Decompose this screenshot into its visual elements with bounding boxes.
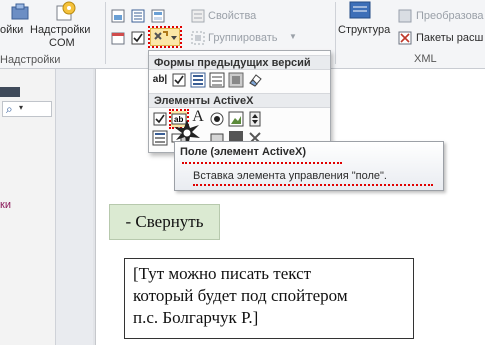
tooltip-title: Поле (элемент ActiveX) xyxy=(180,146,307,158)
legacy-eraser-icon[interactable] xyxy=(247,72,263,88)
addins-label[interactable]: ойки xyxy=(0,24,23,36)
structure-label[interactable]: Структура xyxy=(338,24,390,36)
checkbox-control-icon[interactable] xyxy=(131,31,145,45)
legacy-tools-button[interactable] xyxy=(148,26,182,48)
search-input[interactable]: ⌕ ▾ xyxy=(2,101,52,117)
search-dropdown-icon[interactable]: ▾ xyxy=(19,103,23,112)
pane-tab[interactable] xyxy=(0,87,20,97)
expansion-packs-icon[interactable] xyxy=(398,31,412,45)
legacy-tools-icon xyxy=(154,31,177,40)
tooltip-title-highlight xyxy=(182,162,342,164)
pane-list-item[interactable]: ки xyxy=(0,199,11,211)
com-addins-label-line1[interactable]: Надстройки xyxy=(30,24,90,36)
tooltip-description: Вставка элемента управления "поле". xyxy=(193,170,387,182)
legacy-shading-icon[interactable] xyxy=(228,72,244,88)
properties-label: Свойства xyxy=(208,10,257,22)
activex-option-button-icon[interactable] xyxy=(209,111,225,127)
group-dropdown-arrow-icon: ▼ xyxy=(289,32,297,41)
dropdown-list-icon[interactable] xyxy=(151,9,165,23)
building-block-icon[interactable] xyxy=(111,9,125,23)
legacy-forms-header: Формы предыдущих версий xyxy=(149,55,330,70)
activex-spin-button-icon[interactable] xyxy=(247,111,263,127)
group-label: Группировать xyxy=(208,32,278,44)
document-gutter xyxy=(56,69,93,345)
legacy-text-field-icon[interactable]: ab| xyxy=(152,72,168,88)
xml-group-label: XML xyxy=(414,53,437,65)
group-icon xyxy=(191,31,205,45)
legacy-combo-box-icon[interactable] xyxy=(190,72,206,88)
spoiler-textbox[interactable]: [Тут можно писать текст который будет по… xyxy=(124,258,414,339)
com-addins-icon[interactable] xyxy=(54,1,78,23)
spoiler-text-line-3: п.с. Болгарчук Р.] xyxy=(133,308,259,327)
date-picker-icon[interactable] xyxy=(111,31,125,45)
activex-list-box-icon[interactable] xyxy=(152,130,168,146)
properties-icon xyxy=(191,9,205,23)
activex-checkbox-icon[interactable] xyxy=(152,111,168,127)
collapse-button[interactable]: - Свернуть xyxy=(109,204,220,240)
tooltip: Поле (элемент ActiveX) Вставка элемента … xyxy=(174,141,444,191)
activex-header: Элементы ActiveX xyxy=(149,93,330,108)
tooltip-description-highlight xyxy=(193,184,433,186)
structure-icon[interactable] xyxy=(347,0,373,20)
transform-icon xyxy=(398,9,412,23)
expansion-packs-label[interactable]: Пакеты расш xyxy=(416,32,483,44)
addins-group-label: Надстройки xyxy=(0,54,61,66)
spoiler-text-line-2: который будет под спойтером xyxy=(133,286,348,305)
navigation-pane: ⌕ ▾ ки xyxy=(0,69,56,345)
group-separator-2 xyxy=(335,2,336,64)
group-separator xyxy=(105,2,106,64)
com-addins-label-line2[interactable]: COM xyxy=(49,37,75,49)
search-icon: ⌕ xyxy=(6,102,13,116)
addins-icon[interactable] xyxy=(10,3,32,23)
combo-box-icon[interactable] xyxy=(131,9,145,23)
activex-image-icon[interactable] xyxy=(228,111,244,127)
legacy-checkbox-icon[interactable] xyxy=(171,72,187,88)
legacy-frame-icon[interactable] xyxy=(209,72,225,88)
spoiler-text-line-1: [Тут можно писать текст xyxy=(133,264,312,283)
transform-label: Преобразова xyxy=(416,10,484,22)
